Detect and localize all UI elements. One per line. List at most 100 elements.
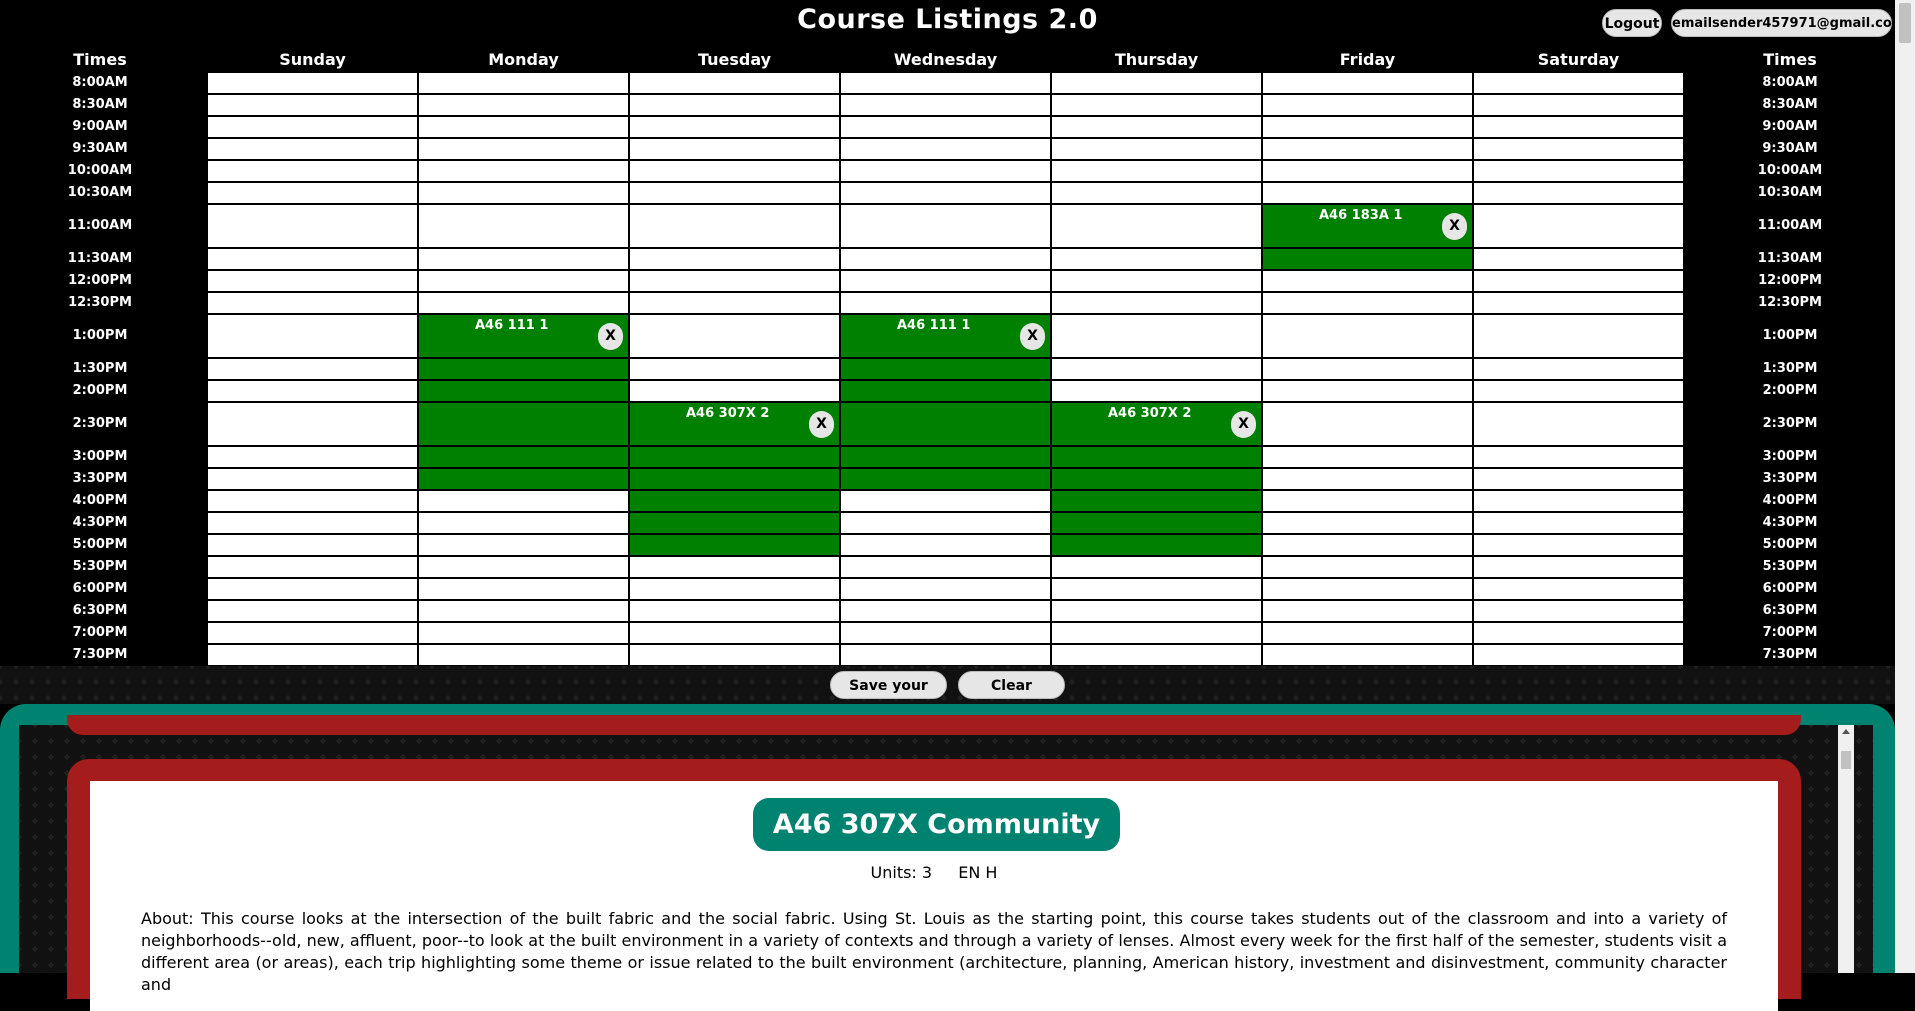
- scroll-up-icon[interactable]: [1842, 729, 1850, 734]
- schedule-cell[interactable]: [419, 447, 628, 467]
- schedule-cell[interactable]: [1263, 645, 1472, 665]
- schedule-cell[interactable]: [630, 271, 839, 291]
- schedule-cell[interactable]: [1052, 491, 1261, 511]
- schedule-cell[interactable]: [630, 381, 839, 401]
- schedule-cell[interactable]: [419, 513, 628, 533]
- schedule-cell[interactable]: [1052, 557, 1261, 577]
- schedule-cell[interactable]: [208, 491, 417, 511]
- schedule-cell[interactable]: [1474, 73, 1683, 93]
- schedule-cell[interactable]: [1052, 205, 1261, 247]
- schedule-cell[interactable]: [208, 315, 417, 357]
- schedule-cell[interactable]: [1052, 95, 1261, 115]
- schedule-cell[interactable]: [1263, 73, 1472, 93]
- schedule-cell[interactable]: [419, 117, 628, 137]
- schedule-cell[interactable]: [419, 579, 628, 599]
- schedule-cell[interactable]: [841, 557, 1050, 577]
- schedule-cell[interactable]: [1474, 249, 1683, 269]
- schedule-cell[interactable]: [1474, 491, 1683, 511]
- schedule-cell[interactable]: [630, 359, 839, 379]
- schedule-cell[interactable]: [841, 447, 1050, 467]
- schedule-cell[interactable]: [208, 469, 417, 489]
- schedule-cell[interactable]: [208, 447, 417, 467]
- schedule-cell[interactable]: [1474, 205, 1683, 247]
- schedule-cell[interactable]: [419, 359, 628, 379]
- schedule-cell[interactable]: [841, 271, 1050, 291]
- schedule-cell[interactable]: [841, 359, 1050, 379]
- schedule-cell[interactable]: [208, 205, 417, 247]
- schedule-cell[interactable]: [1263, 579, 1472, 599]
- schedule-cell[interactable]: [419, 535, 628, 555]
- schedule-cell[interactable]: [630, 513, 839, 533]
- schedule-cell[interactable]: [1052, 73, 1261, 93]
- schedule-cell[interactable]: [1052, 469, 1261, 489]
- schedule-cell[interactable]: [1474, 293, 1683, 313]
- schedule-cell[interactable]: [419, 139, 628, 159]
- schedule-cell[interactable]: [1474, 271, 1683, 291]
- schedule-cell[interactable]: [419, 557, 628, 577]
- schedule-cell[interactable]: [208, 73, 417, 93]
- schedule-cell[interactable]: [1474, 161, 1683, 181]
- remove-course-button[interactable]: X: [1442, 212, 1467, 240]
- scrollbar-thumb[interactable]: [1841, 751, 1851, 769]
- schedule-cell[interactable]: [630, 491, 839, 511]
- schedule-cell[interactable]: [841, 579, 1050, 599]
- schedule-cell[interactable]: [1474, 359, 1683, 379]
- schedule-cell[interactable]: [1474, 469, 1683, 489]
- schedule-cell[interactable]: [1263, 513, 1472, 533]
- schedule-cell[interactable]: [841, 139, 1050, 159]
- schedule-cell[interactable]: [1474, 447, 1683, 467]
- schedule-cell[interactable]: [630, 73, 839, 93]
- schedule-cell[interactable]: [1474, 579, 1683, 599]
- schedule-cell[interactable]: [841, 205, 1050, 247]
- schedule-cell[interactable]: [630, 623, 839, 643]
- schedule-cell[interactable]: [1263, 623, 1472, 643]
- schedule-cell[interactable]: [419, 601, 628, 621]
- schedule-cell[interactable]: [841, 535, 1050, 555]
- schedule-cell[interactable]: [1474, 139, 1683, 159]
- schedule-cell[interactable]: [1052, 139, 1261, 159]
- schedule-cell[interactable]: [1263, 535, 1472, 555]
- course-block-label[interactable]: A46 307X 2: [1108, 406, 1191, 421]
- schedule-cell[interactable]: [208, 403, 417, 445]
- course-list-scroll-area[interactable]: A46 307X Community Building Units: 3 EN …: [19, 715, 1873, 1011]
- schedule-cell[interactable]: [1052, 645, 1261, 665]
- schedule-cell[interactable]: [1263, 95, 1472, 115]
- schedule-cell[interactable]: [419, 491, 628, 511]
- schedule-cell[interactable]: [630, 117, 839, 137]
- schedule-cell[interactable]: [1052, 381, 1261, 401]
- logout-button[interactable]: Logout: [1602, 9, 1662, 37]
- schedule-cell[interactable]: [1052, 513, 1261, 533]
- schedule-cell[interactable]: [1263, 359, 1472, 379]
- save-plan-button[interactable]: Save your Plan: [830, 671, 947, 722]
- schedule-cell[interactable]: [1052, 623, 1261, 643]
- schedule-cell[interactable]: [630, 205, 839, 247]
- account-button[interactable]: emailsender457971@gmail.com: [1671, 9, 1905, 37]
- schedule-cell[interactable]: [841, 73, 1050, 93]
- schedule-cell[interactable]: [1052, 249, 1261, 269]
- schedule-cell[interactable]: [1474, 645, 1683, 665]
- schedule-cell[interactable]: [208, 161, 417, 181]
- schedule-cell[interactable]: [1263, 447, 1472, 467]
- remove-course-button[interactable]: X: [809, 410, 834, 438]
- schedule-cell[interactable]: [1052, 601, 1261, 621]
- schedule-cell[interactable]: [208, 381, 417, 401]
- schedule-cell[interactable]: [208, 249, 417, 269]
- schedule-cell[interactable]: [841, 161, 1050, 181]
- schedule-cell[interactable]: [630, 645, 839, 665]
- schedule-cell[interactable]: [630, 535, 839, 555]
- schedule-cell[interactable]: [1263, 249, 1472, 269]
- schedule-cell[interactable]: [841, 469, 1050, 489]
- schedule-cell[interactable]: [630, 161, 839, 181]
- schedule-cell[interactable]: [841, 623, 1050, 643]
- schedule-cell[interactable]: [630, 447, 839, 467]
- schedule-cell[interactable]: [1263, 271, 1472, 291]
- schedule-cell[interactable]: [208, 139, 417, 159]
- schedule-cell[interactable]: [1263, 161, 1472, 181]
- schedule-cell[interactable]: [1263, 491, 1472, 511]
- schedule-cell[interactable]: [630, 293, 839, 313]
- schedule-cell[interactable]: [419, 205, 628, 247]
- schedule-cell[interactable]: [1474, 535, 1683, 555]
- schedule-cell[interactable]: [419, 73, 628, 93]
- schedule-cell[interactable]: [1263, 469, 1472, 489]
- remove-course-button[interactable]: X: [1020, 322, 1045, 350]
